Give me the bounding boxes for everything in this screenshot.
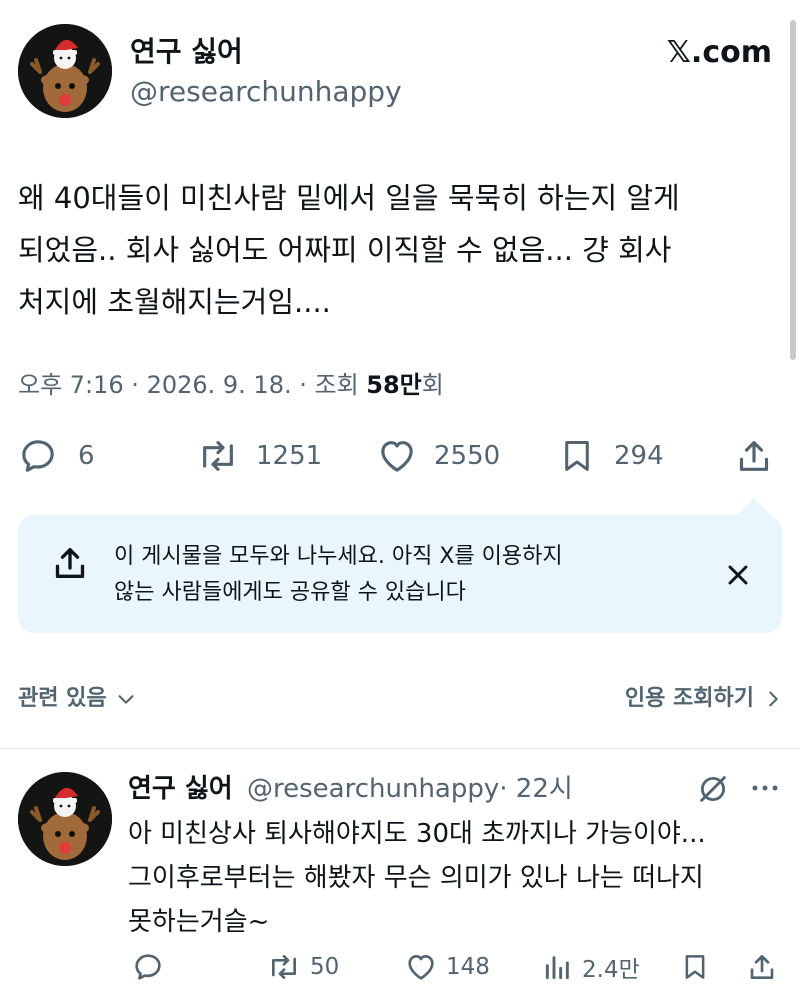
- reply-time[interactable]: · 22시: [499, 774, 573, 804]
- post-text: 왜 40대들이 미친사람 밑에서 일을 묵묵히 하는지 알게 되었음.. 회사 …: [18, 172, 788, 328]
- heart-icon: [404, 951, 438, 983]
- reply-text-line: 아 미친상사 퇴사해야지도 30대 초까지나 가능이야...: [128, 819, 706, 849]
- reply-view-count: 2.4만: [582, 957, 640, 983]
- heart-icon: [376, 436, 418, 476]
- share-prompt-text: 이 게시물을 모두와 나누세요. 아직 X를 이용하지 않는 사람들에게도 공유…: [114, 539, 674, 611]
- post-timestamp[interactable]: 오후 7:16 · 2026. 9. 18. · 조회: [18, 371, 366, 399]
- reply-icon: [18, 436, 58, 476]
- repost-icon: [196, 436, 240, 476]
- related-toggle[interactable]: 관련 있음: [18, 682, 137, 716]
- grok-icon[interactable]: [696, 772, 730, 806]
- share-icon: [734, 436, 774, 476]
- reply-author-handle[interactable]: @researchunhappy: [247, 774, 499, 804]
- reply-repost-button[interactable]: 50: [266, 950, 339, 984]
- reply-like-count: 148: [446, 954, 490, 980]
- reply-count: 6: [78, 441, 95, 471]
- reply-like-button[interactable]: 148: [404, 950, 490, 984]
- bookmark-icon: [558, 436, 596, 476]
- chevron-right-icon: [762, 688, 784, 710]
- reply-text: 아 미친상사 퇴사해야지도 30대 초까지나 가능이야... 그이후로부터는 해…: [128, 812, 788, 944]
- reply-icon: [132, 951, 164, 983]
- divider: [0, 748, 800, 749]
- reply-views-button[interactable]: 2.4만: [542, 950, 640, 984]
- bookmark-icon: [680, 951, 710, 983]
- reply-text-line: 못하는거슬~: [128, 907, 270, 937]
- view-unit: 회: [421, 371, 444, 399]
- view-quotes-label: 인용 조회하기: [624, 686, 754, 711]
- x-logo[interactable]: 𝕏.com: [652, 34, 772, 72]
- reply-bookmark-button[interactable]: [680, 950, 710, 984]
- views-chart-icon: [542, 951, 574, 983]
- view-count: 58만: [366, 371, 422, 399]
- reindeer-avatar-icon: [18, 772, 112, 866]
- reply-repost-count: 50: [310, 954, 340, 980]
- post-meta: 오후 7:16 · 2026. 9. 18. · 조회 58만회: [18, 368, 444, 402]
- reply-avatar[interactable]: [18, 772, 112, 866]
- like-button[interactable]: 2550: [376, 436, 500, 476]
- share-prompt-banner: 이 게시물을 모두와 나누세요. 아직 X를 이용하지 않는 사람들에게도 공유…: [18, 515, 782, 633]
- more-icon[interactable]: [750, 778, 780, 798]
- author-handle[interactable]: @researchunhappy: [130, 74, 402, 110]
- close-icon[interactable]: [722, 559, 754, 591]
- repost-button[interactable]: 1251: [196, 436, 322, 476]
- reply-text-line: 그이후로부터는 해봤자 무슨 의미가 있나 나는 떠나지: [128, 863, 704, 893]
- bookmark-count: 294: [614, 441, 664, 471]
- view-quotes-link[interactable]: 인용 조회하기: [560, 682, 784, 716]
- post-text-line: 왜 40대들이 미친사람 밑에서 일을 묵묵히 하는지 알게: [18, 181, 680, 215]
- share-prompt-line: 이 게시물을 모두와 나누세요. 아직 X를 이용하지: [114, 544, 563, 569]
- reply-reply-button[interactable]: [132, 950, 164, 984]
- share-button[interactable]: [734, 436, 774, 476]
- author-name[interactable]: 연구 싫어: [130, 34, 243, 70]
- post-text-line: 처지에 초월해지는거임....: [18, 285, 331, 319]
- repost-icon: [266, 951, 302, 983]
- scrollbar[interactable]: [790, 20, 796, 360]
- reply-button[interactable]: 6: [18, 436, 95, 476]
- share-prompt-line: 않는 사람들에게도 공유할 수 있습니다: [114, 580, 466, 605]
- repost-count: 1251: [256, 441, 323, 471]
- reindeer-avatar-icon: [18, 24, 112, 118]
- reply-header: 연구 싫어 @researchunhappy· 22시: [128, 770, 573, 808]
- share-icon: [50, 543, 90, 583]
- share-icon: [746, 951, 778, 983]
- post-text-line: 되었음.. 회사 싫어도 어짜피 이직할 수 없음... 걍 회사: [18, 233, 672, 267]
- like-count: 2550: [434, 441, 501, 471]
- bookmark-button[interactable]: 294: [558, 436, 664, 476]
- reply-author-name[interactable]: 연구 싫어: [128, 774, 233, 804]
- reply-share-button[interactable]: [746, 950, 778, 984]
- chevron-down-icon: [115, 688, 137, 710]
- related-label: 관련 있음: [18, 686, 107, 711]
- avatar[interactable]: [18, 24, 112, 118]
